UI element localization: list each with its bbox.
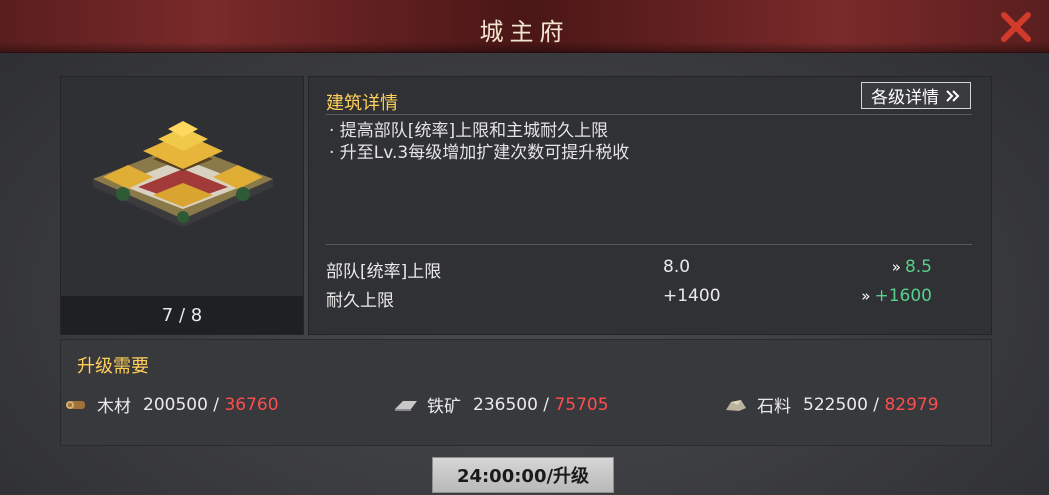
- stat-name: 耐久上限: [326, 291, 394, 311]
- resource-stone: 石料 522500 / 82979: [723, 392, 939, 417]
- stat-name: 部队[统率]上限: [326, 262, 442, 282]
- resource-label: 石料: [757, 397, 791, 417]
- iron-ore-icon: [395, 400, 417, 411]
- resource-need: 36760: [224, 394, 279, 415]
- resource-separator: /: [207, 394, 225, 415]
- resource-label: 木材: [97, 397, 131, 417]
- resource-need: 82979: [884, 394, 939, 415]
- resource-label: 铁矿: [427, 397, 461, 417]
- stat-next: » +1600: [861, 286, 932, 306]
- details-panel: 建筑详情 各级详情 · 提高部队[统率]上限和主城耐久上限 · 升至Lv.3每级…: [308, 76, 992, 335]
- building-description: · 提高部队[统率]上限和主城耐久上限 · 升至Lv.3每级增加扩建次数可提升税…: [329, 120, 629, 164]
- stat-next-value: +1600: [874, 286, 932, 306]
- resource-iron: 铁矿 236500 / 75705: [393, 392, 609, 417]
- close-button[interactable]: [999, 10, 1033, 44]
- building-level: 7 / 8: [61, 296, 303, 334]
- details-title: 建筑详情: [326, 93, 398, 114]
- resource-separator: /: [537, 394, 555, 415]
- double-chevron-right-icon: »: [861, 287, 871, 305]
- stat-next: » 8.5: [892, 257, 932, 277]
- resource-have: 200500: [143, 394, 208, 415]
- wood-log-icon: [66, 400, 85, 409]
- stat-current: +1400: [663, 286, 721, 306]
- stat-row-durability: 耐久上限 +1400 » +1600: [326, 286, 972, 312]
- divider: [326, 244, 972, 245]
- divider: [326, 114, 972, 115]
- resource-have: 236500: [473, 394, 538, 415]
- resource-wood: 木材 200500 / 36760: [65, 392, 279, 417]
- page-title: 城主府: [479, 18, 570, 46]
- stat-current: 8.0: [663, 257, 691, 277]
- level-details-button[interactable]: 各级详情: [861, 82, 971, 109]
- stat-row-command: 部队[统率]上限 8.0 » 8.5: [326, 257, 972, 283]
- double-chevron-right-icon: »: [891, 258, 901, 276]
- upgrade-button[interactable]: 24:00:00/升级: [432, 457, 614, 493]
- requirements-panel: 升级需要 木材 200500 / 36760 铁矿 236500 / 75705…: [60, 339, 992, 446]
- stat-next-value: 8.5: [904, 257, 932, 277]
- resource-need: 75705: [554, 394, 609, 415]
- resource-have: 522500: [803, 394, 868, 415]
- description-line: · 提高部队[统率]上限和主城耐久上限: [329, 121, 609, 141]
- building-panel: 7 / 8: [60, 76, 304, 335]
- requirements-title: 升级需要: [77, 356, 149, 377]
- level-details-label: 各级详情: [871, 88, 939, 108]
- close-icon: [1001, 12, 1031, 42]
- palace-building-icon: [93, 121, 273, 227]
- description-line: · 升至Lv.3每级增加扩建次数可提升税收: [329, 143, 630, 163]
- stone-icon: [726, 399, 746, 411]
- resource-separator: /: [867, 394, 885, 415]
- double-chevron-right-icon: [946, 89, 960, 102]
